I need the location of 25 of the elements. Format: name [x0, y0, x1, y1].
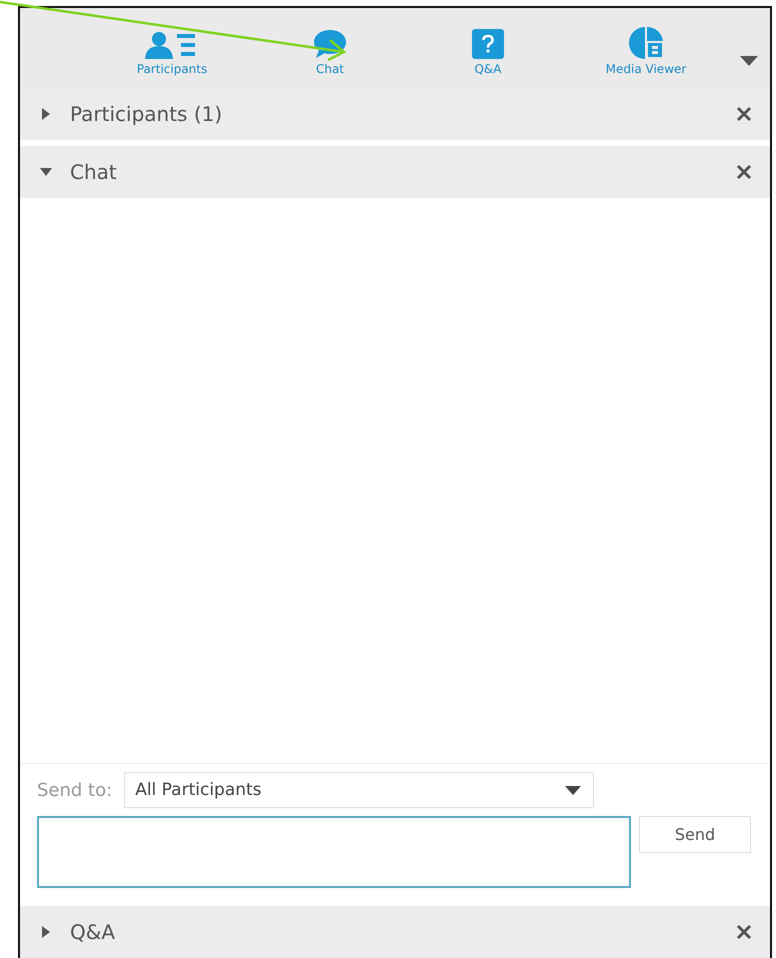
- speech-bubble-icon: [313, 29, 347, 59]
- expand-triangle-icon[interactable]: [40, 108, 52, 120]
- close-icon[interactable]: [736, 924, 752, 940]
- panel-header[interactable]: Participants (1): [20, 88, 770, 140]
- media-viewer-icon: [628, 27, 664, 59]
- question-icon: [472, 29, 504, 59]
- close-icon[interactable]: [736, 164, 752, 180]
- close-icon[interactable]: [736, 106, 752, 122]
- recipient-dropdown[interactable]: All Participants: [124, 772, 594, 808]
- message-input-field[interactable]: [37, 816, 631, 888]
- panel-title: Q&A: [70, 920, 116, 944]
- dropdown-caret-icon: [565, 786, 582, 794]
- toolbar-button[interactable]: Media Viewer: [567, 20, 725, 76]
- send-to-label: Send to:: [37, 780, 112, 800]
- dropdown-caret-icon[interactable]: [740, 56, 758, 66]
- toolbar-button[interactable]: Chat: [251, 20, 409, 76]
- panel-title: Participants (1): [70, 102, 224, 126]
- panel-title: Chat: [70, 160, 118, 184]
- collapse-triangle-icon[interactable]: [40, 166, 52, 178]
- toolbar-button[interactable]: Q&A: [409, 20, 567, 76]
- panel-header[interactable]: Chat: [20, 146, 770, 198]
- send-button[interactable]: Send: [639, 816, 751, 853]
- panel-header[interactable]: Q&A: [20, 906, 770, 958]
- toolbar-button[interactable]: Participants: [93, 20, 251, 76]
- expand-triangle-icon[interactable]: [40, 926, 52, 938]
